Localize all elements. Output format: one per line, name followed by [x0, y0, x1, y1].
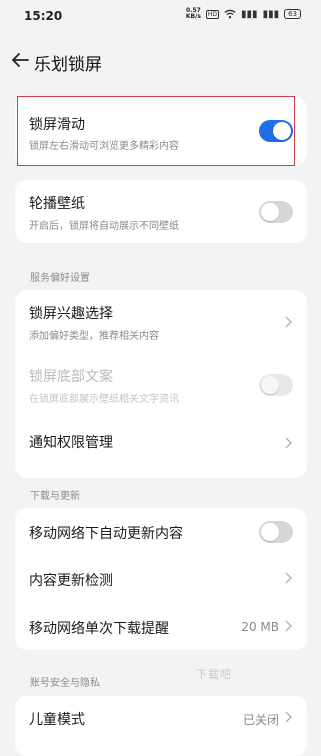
- page-title: 乐划锁屏: [34, 55, 102, 75]
- bottom-text-toggle[interactable]: [259, 374, 293, 396]
- lock-slide-subtitle: 锁屏左右滑动可浏览更多精彩内容: [29, 141, 179, 152]
- wifi-icon: [224, 9, 236, 19]
- notification-permission-row[interactable]: 通知权限管理: [15, 418, 307, 478]
- hd-icon: HD: [205, 9, 220, 19]
- section-title-service: 服务偏好设置: [30, 273, 90, 284]
- status-icons: 0.57 KB/s HD ▮▮▮ ▮▮▮ 63: [186, 8, 301, 20]
- status-time: 15:20: [24, 9, 63, 23]
- chevron-right-icon: [285, 572, 292, 584]
- download-reminder-value: 20 MB: [241, 620, 279, 634]
- kids-mode-row[interactable]: 儿童模式 已关闭: [15, 696, 307, 756]
- lock-slide-card: 锁屏滑动 锁屏左右滑动可浏览更多精彩内容: [15, 97, 307, 165]
- signal-1-icon: ▮▮▮: [241, 8, 258, 20]
- wallpaper-carousel-subtitle: 开启后，锁屏将自动展示不同壁纸: [29, 221, 179, 232]
- interest-select-title: 锁屏兴趣选择: [29, 306, 113, 322]
- chevron-right-icon: [285, 437, 292, 449]
- download-reminder-title: 移动网络单次下载提醒: [29, 621, 169, 637]
- section-title-privacy: 账号安全与隐私: [30, 678, 100, 689]
- interest-select-subtitle: 添加偏好类型，推荐相关内容: [29, 331, 159, 342]
- chevron-right-icon: [285, 711, 292, 723]
- auto-update-toggle[interactable]: [259, 521, 293, 543]
- signal-2-icon: ▮▮▮: [262, 8, 280, 20]
- wallpaper-carousel-toggle[interactable]: [259, 201, 293, 223]
- back-arrow-icon[interactable]: [10, 50, 30, 70]
- lock-slide-title: 锁屏滑动: [29, 117, 85, 133]
- toggle-knob: [261, 203, 279, 221]
- lock-slide-toggle[interactable]: [259, 120, 293, 142]
- section-title-download: 下载与更新: [30, 491, 80, 502]
- wallpaper-carousel-card: 轮播壁纸 开启后，锁屏将自动展示不同壁纸: [15, 180, 307, 243]
- chevron-right-icon: [285, 316, 292, 328]
- network-speed: 0.57 KB/s: [186, 8, 201, 20]
- chevron-right-icon: [285, 620, 292, 632]
- notification-permission-title: 通知权限管理: [29, 435, 113, 451]
- bottom-text-row[interactable]: 锁屏底部文案 在锁屏底部展示壁纸相关文字资讯: [15, 354, 307, 418]
- wallpaper-carousel-row[interactable]: 轮播壁纸 开启后，锁屏将自动展示不同壁纸: [15, 180, 307, 243]
- network-speed-unit: KB/s: [185, 13, 201, 20]
- auto-update-row[interactable]: 移动网络下自动更新内容: [15, 508, 307, 555]
- lock-slide-row[interactable]: 锁屏滑动 锁屏左右滑动可浏览更多精彩内容: [15, 97, 307, 165]
- update-check-title: 内容更新检测: [29, 573, 113, 589]
- update-check-row[interactable]: 内容更新检测: [15, 555, 307, 601]
- header: 乐划锁屏: [0, 44, 321, 80]
- toggle-knob: [261, 376, 279, 394]
- wallpaper-carousel-title: 轮播壁纸: [29, 196, 85, 212]
- battery-icon: 63: [284, 9, 301, 19]
- interest-select-row[interactable]: 锁屏兴趣选择 添加偏好类型，推荐相关内容: [15, 290, 307, 354]
- download-card: 移动网络下自动更新内容 内容更新检测 移动网络单次下载提醒 20 MB: [15, 508, 307, 650]
- bottom-text-title: 锁屏底部文案: [29, 369, 113, 385]
- auto-update-title: 移动网络下自动更新内容: [29, 526, 183, 542]
- toggle-knob: [273, 122, 291, 140]
- watermark: 下载吧: [196, 668, 232, 681]
- service-card: 锁屏兴趣选择 添加偏好类型，推荐相关内容 锁屏底部文案 在锁屏底部展示壁纸相关文…: [15, 290, 307, 478]
- status-bar: 15:20 0.57 KB/s HD ▮▮▮ ▮▮▮ 63: [0, 0, 321, 32]
- toggle-knob: [261, 523, 279, 541]
- kids-mode-title: 儿童模式: [29, 712, 85, 728]
- bottom-text-subtitle: 在锁屏底部展示壁纸相关文字资讯: [29, 394, 179, 405]
- privacy-card: 儿童模式 已关闭: [15, 696, 307, 756]
- download-reminder-row[interactable]: 移动网络单次下载提醒 20 MB: [15, 601, 307, 650]
